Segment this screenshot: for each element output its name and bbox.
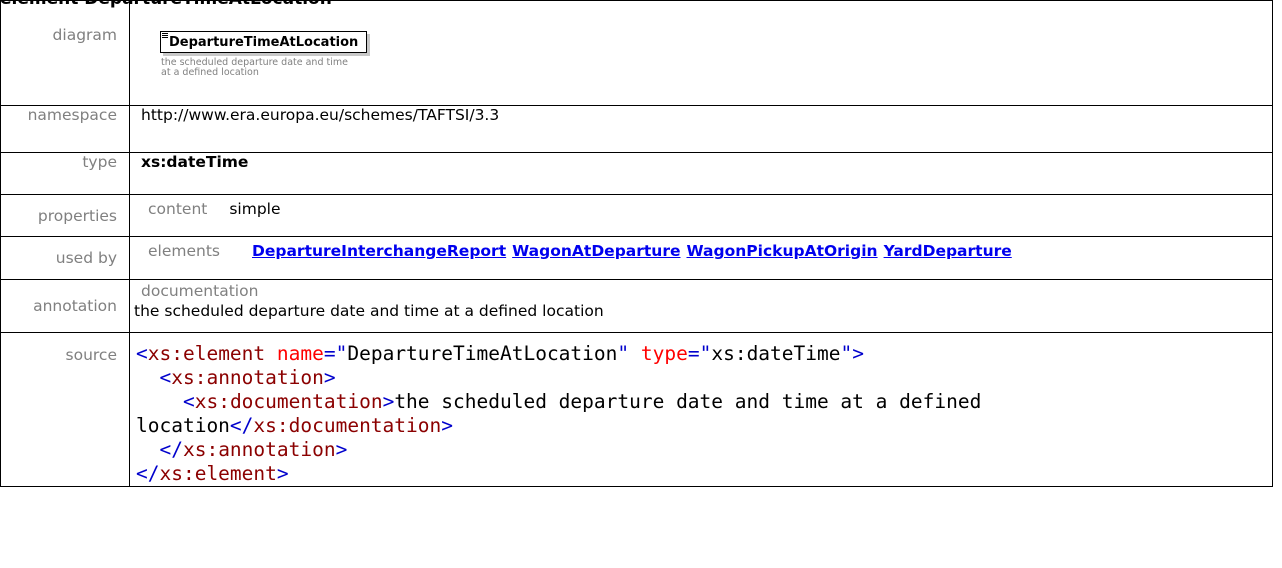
properties-label: properties <box>0 194 130 237</box>
link-yard-departure[interactable]: YardDeparture <box>884 242 1012 260</box>
element-doc-table: diagram DepartureTimeAtLocation the sche… <box>0 0 1273 487</box>
src-tag-annotation: xs:annotation <box>171 366 324 389</box>
type-value-text: xs:dateTime <box>141 153 249 171</box>
properties-cell: content simple <box>129 194 1273 237</box>
row-properties: properties content simple <box>0 194 1273 237</box>
link-wagon-at-departure[interactable]: WagonAtDeparture <box>512 242 680 260</box>
row-type: type xs:dateTime <box>0 152 1273 195</box>
diagram-label: diagram <box>0 0 130 106</box>
link-wagon-pickup-at-origin[interactable]: WagonPickupAtOrigin <box>687 242 878 260</box>
diagram-cell: DepartureTimeAtLocation the scheduled de… <box>129 0 1273 106</box>
row-annotation: annotation documentation the scheduled d… <box>0 279 1273 333</box>
element-diagram-box[interactable]: DepartureTimeAtLocation <box>160 31 368 53</box>
annotation-key: documentation <box>141 282 259 300</box>
annotation-cell: documentation the scheduled departure da… <box>129 279 1273 333</box>
properties-value: simple <box>229 200 281 218</box>
src-doc-text: the scheduled departure date and time at… <box>394 390 982 413</box>
row-used-by: used by elements DepartureInterchangeRep… <box>0 236 1273 280</box>
src-tag-documentation: xs:documentation <box>194 390 383 413</box>
annotation-label: annotation <box>0 279 130 333</box>
namespace-value: http://www.era.europa.eu/schemes/TAFTSI/… <box>129 105 1273 153</box>
type-value: xs:dateTime <box>129 152 1273 195</box>
row-namespace: namespace http://www.era.europa.eu/schem… <box>0 105 1273 153</box>
row-source: source <xs:element name="DepartureTimeAt… <box>0 332 1273 487</box>
namespace-label: namespace <box>0 105 130 153</box>
used-by-links: DepartureInterchangeReport WagonAtDepartu… <box>220 242 1018 260</box>
properties-key: content <box>148 200 208 218</box>
element-diagram-name: DepartureTimeAtLocation <box>169 35 359 50</box>
source-code: <xs:element name="DepartureTimeAtLocatio… <box>136 342 982 485</box>
type-label: type <box>0 152 130 195</box>
link-departure-interchange-report[interactable]: DepartureInterchangeReport <box>252 242 506 260</box>
element-diagram-doc: the scheduled departure date and time at… <box>161 57 348 78</box>
source-label: source <box>0 332 130 487</box>
source-cell: <xs:element name="DepartureTimeAtLocatio… <box>129 332 1273 487</box>
used-by-key: elements <box>148 242 220 260</box>
used-by-cell: elements DepartureInterchangeReport Wagon… <box>129 236 1273 280</box>
element-lines-icon <box>162 33 168 39</box>
used-by-label: used by <box>0 236 130 280</box>
annotation-value: the scheduled departure date and time at… <box>134 302 604 320</box>
src-tag-element: xs:element <box>147 342 266 365</box>
row-diagram: diagram DepartureTimeAtLocation the sche… <box>0 0 1273 106</box>
